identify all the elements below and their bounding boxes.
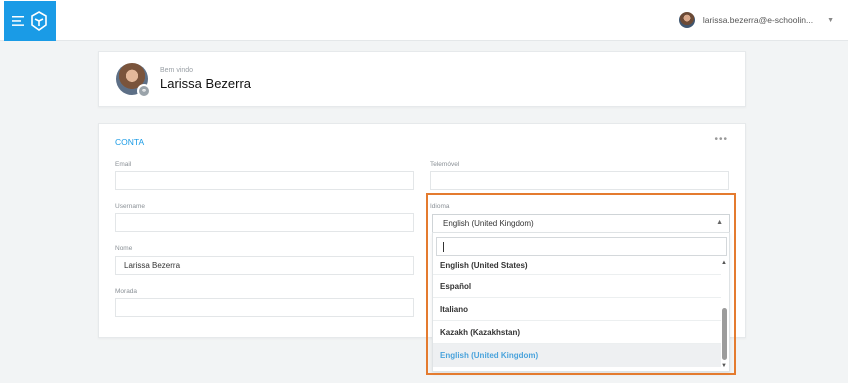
user-email: larissa.bezerra@e-schoolin...: [702, 15, 814, 25]
email-field[interactable]: [115, 171, 414, 190]
menu-button[interactable]: [4, 1, 56, 41]
user-avatar: [678, 12, 695, 28]
app-logo-icon: [31, 11, 47, 31]
profile-name: Larissa Bezerra: [160, 76, 252, 91]
link-icon[interactable]: ⚭: [137, 84, 151, 98]
top-bar: larissa.bezerra@e-schoolin... ▼: [0, 0, 848, 41]
username-field[interactable]: [115, 213, 414, 232]
user-menu[interactable]: larissa.bezerra@e-schoolin... ▼: [678, 12, 834, 28]
nome-field[interactable]: Larissa Bezerra: [115, 256, 414, 275]
telemovel-label: Telemóvel: [430, 161, 460, 168]
more-options-icon[interactable]: •••: [714, 134, 728, 145]
morada-field[interactable]: [115, 298, 414, 317]
username-label: Username: [115, 203, 145, 210]
hamburger-icon: [12, 16, 24, 26]
highlight-frame: [426, 193, 736, 375]
profile-card: ⚭ Bem vindo Larissa Bezerra: [98, 51, 746, 107]
chevron-down-icon: ▼: [827, 16, 834, 24]
section-title: CONTA: [115, 137, 145, 147]
welcome-text: Bem vindo: [160, 67, 194, 74]
morada-label: Morada: [115, 288, 138, 295]
nome-label: Nome: [115, 245, 133, 252]
telemovel-field[interactable]: [430, 171, 729, 190]
email-label: Email: [115, 161, 132, 168]
